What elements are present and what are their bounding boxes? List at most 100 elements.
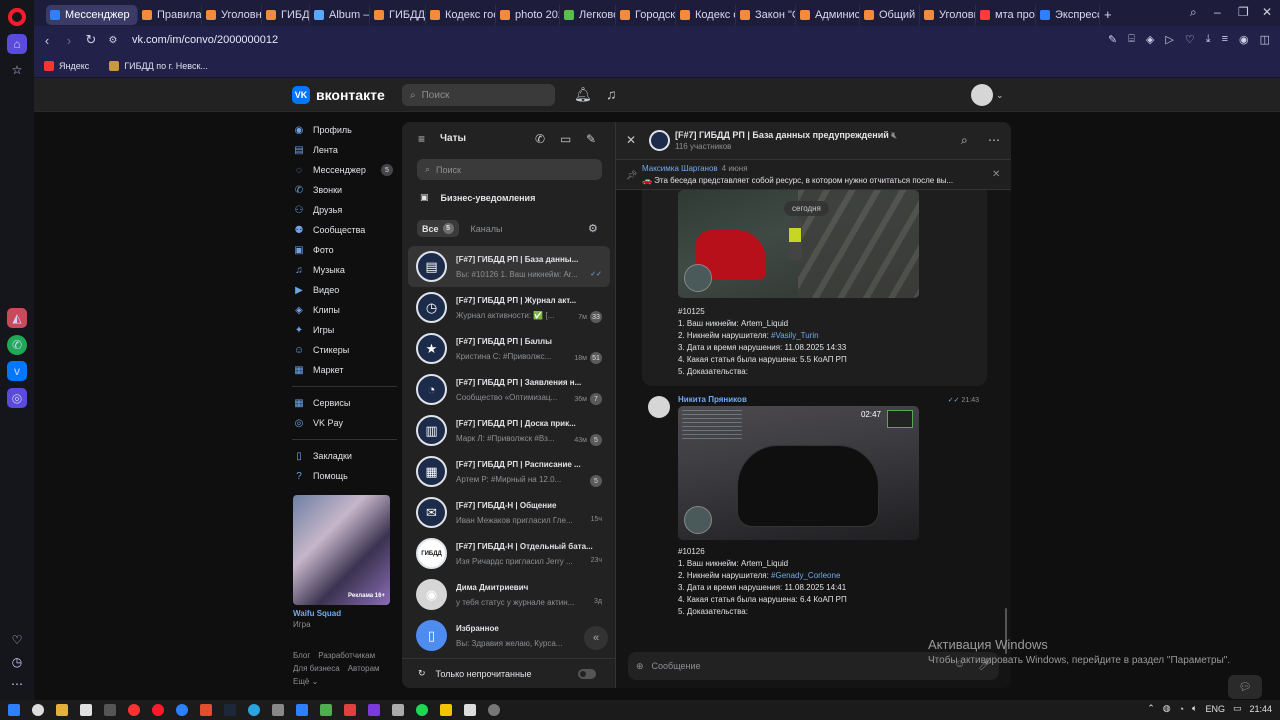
minimize-icon[interactable]: – <box>1214 5 1221 19</box>
close-icon[interactable]: ✕ <box>626 133 636 147</box>
chat-list-item[interactable]: ★ [F#7] ГИБДД РП | Баллы Кристина С: #Прив… <box>408 328 610 369</box>
chat-list-item[interactable]: ◔ [F#7] ГИБДД РП | Заявления н... Сообщест… <box>408 369 610 410</box>
browser-tab[interactable]: Кодекс гос <box>426 4 496 25</box>
nav-item[interactable]: ▣ Фото <box>292 240 397 260</box>
language-indicator[interactable]: ENG <box>1205 704 1225 714</box>
chat-list-item[interactable]: ▥ [F#7] ГИБДД РП | Доска прик... Марк Л: #… <box>408 410 610 451</box>
vk-icon[interactable]: v <box>7 361 27 381</box>
nav-item[interactable]: ♫ Музыка <box>292 260 397 280</box>
minecraft-icon[interactable] <box>320 704 332 716</box>
footer-link[interactable]: Разработчикам <box>318 651 375 660</box>
collapse-icon[interactable]: « <box>584 626 608 650</box>
browser-tab[interactable]: Легковой <box>560 4 616 25</box>
archive-icon[interactable]: ▭ <box>560 132 571 146</box>
screenshot-attachment[interactable]: 02:47 <box>678 406 919 540</box>
back-icon[interactable]: ‹ <box>36 33 58 48</box>
extensions-icon[interactable]: ◫ <box>1260 33 1270 46</box>
nav-item[interactable]: ✦ Игры <box>292 320 397 340</box>
browser-tab[interactable]: ГИБДД по <box>370 4 426 25</box>
nav-item[interactable]: ◎ VK Pay <box>292 413 397 433</box>
browser-tab[interactable]: Album — F <box>310 4 370 25</box>
app-shortcut-icon[interactable]: ◭ <box>7 308 27 328</box>
network-icon[interactable]: ▭ <box>1233 703 1242 714</box>
chevron-down-icon[interactable]: ⌄ <box>996 90 1004 101</box>
chevron-up-icon[interactable]: ⌃ <box>1147 703 1155 714</box>
opera-logo-icon[interactable] <box>8 8 26 26</box>
search-icon[interactable] <box>32 704 44 716</box>
browser-tab[interactable]: мта прови <box>976 4 1036 25</box>
chat-list-item[interactable]: ◷ [F#7] ГИБДД РП | Журнал акт... Журнал ак… <box>408 287 610 328</box>
telegram-icon[interactable] <box>248 704 260 716</box>
browser-tab[interactable]: Кодекс об <box>676 4 736 25</box>
app-icon[interactable] <box>368 704 380 716</box>
ad-title[interactable]: Waifu Squad <box>293 609 341 618</box>
footer-link[interactable]: Блог <box>293 651 310 660</box>
more-icon[interactable]: ⋯ <box>988 133 1000 147</box>
user-avatar[interactable] <box>971 84 993 106</box>
browser-tab[interactable]: Уголовный <box>202 4 262 25</box>
file-explorer-icon[interactable] <box>56 704 68 716</box>
zoom-icon[interactable] <box>176 704 188 716</box>
browser-tab[interactable]: Админист <box>796 4 860 25</box>
nav-item[interactable]: ▶ Видео <box>292 280 397 300</box>
app-icon[interactable] <box>416 704 428 716</box>
pinned-message[interactable]: 📌︎ Максимка Шарганов 4 июня 🚗 Эта беседа … <box>616 160 1011 190</box>
calculator-icon[interactable] <box>104 704 116 716</box>
bookmark-yandex[interactable]: Яндекс <box>44 60 89 71</box>
browser-tab[interactable]: ГИБДД по <box>262 4 310 25</box>
hashtag-link[interactable]: #Genady_Corleone <box>771 571 840 580</box>
chat-bubble-icon[interactable]: 💬︎ <box>1228 675 1262 699</box>
camera-icon[interactable]: ⌸ <box>1128 33 1135 46</box>
compose-icon[interactable]: ✎ <box>586 132 596 146</box>
browser-tab[interactable]: Мессенджер <box>46 4 138 25</box>
conversation-avatar[interactable] <box>649 130 670 151</box>
edit-icon[interactable]: ✎ <box>1108 33 1117 46</box>
wifi-icon[interactable]: ◔ <box>1179 704 1184 714</box>
chat-search-input[interactable]: ⌕ Поиск <box>417 159 602 180</box>
nav-item[interactable]: ◈ Клипы <box>292 300 397 320</box>
nav-item[interactable]: ◉ Профиль <box>292 120 397 140</box>
nav-item[interactable]: ◌ Мессенджер 5 <box>292 160 397 180</box>
search-icon[interactable]: ⌕ <box>961 133 968 148</box>
chat-list-item[interactable]: ГИБДД [F#7] ГИБДД-Н | Отдельный бата... Из… <box>408 533 610 574</box>
player-icon[interactable]: ▷ <box>1165 33 1173 46</box>
start-icon[interactable] <box>8 704 20 716</box>
browser-tab[interactable]: Правила д <box>138 4 202 25</box>
unread-toggle[interactable] <box>578 669 596 679</box>
nav-item[interactable]: ▤ Лента <box>292 140 397 160</box>
nav-item[interactable]: ⚉ Сообщества <box>292 220 397 240</box>
hamburger-icon[interactable]: ≡ <box>418 132 425 146</box>
browser-tab[interactable]: Закон "О п <box>736 4 796 25</box>
tool-icon[interactable] <box>272 704 284 716</box>
nav-item[interactable]: ? Помощь <box>292 466 397 486</box>
music-icon[interactable]: ♫ <box>606 86 617 102</box>
vk-logo[interactable]: VK вконтакте <box>292 86 385 104</box>
chat-list-item[interactable]: ▤ [F#7] ГИБДД РП | База данны... Вы: #1012… <box>408 246 610 287</box>
chat-list-item[interactable]: ✉ [F#7] ГИБДД-Н | Общение Иван Межаков при… <box>408 492 610 533</box>
app-icon[interactable] <box>344 704 356 716</box>
app-icon[interactable] <box>440 704 452 716</box>
search-tabs-icon[interactable]: ⌕ <box>1190 5 1197 20</box>
browser-tab[interactable]: Уголовный <box>920 4 976 25</box>
app-icon[interactable] <box>296 704 308 716</box>
reload-icon[interactable]: ↻ <box>80 32 102 48</box>
heart-icon[interactable]: ♡ <box>1185 33 1195 46</box>
steam-icon[interactable] <box>224 704 236 716</box>
nav-item[interactable]: ▦ Сервисы <box>292 393 397 413</box>
whatsapp-icon[interactable]: ✆ <box>7 335 27 355</box>
browser-tab[interactable]: Городской <box>616 4 676 25</box>
browser-tab[interactable]: photo 2025 <box>496 4 560 25</box>
browser-tab[interactable]: Экспресс- <box>1036 4 1100 25</box>
home-icon[interactable]: ⌂ <box>7 34 27 54</box>
settings-gear-icon[interactable]: ⚙ <box>588 222 598 235</box>
ai-assistant-icon[interactable]: ◎ <box>7 388 27 408</box>
download-icon[interactable]: ⤓ <box>1206 33 1211 46</box>
member-count[interactable]: 116 участников <box>675 142 731 151</box>
app-icon[interactable] <box>488 704 500 716</box>
hashtag-link[interactable]: #Vasily_Turin <box>771 331 819 340</box>
history-icon[interactable]: ◷ <box>7 652 27 672</box>
profile-icon[interactable]: ◉ <box>1239 33 1249 46</box>
app-icon[interactable] <box>464 704 476 716</box>
footer-link[interactable]: Авторам <box>348 664 380 673</box>
bookmark-gibdd[interactable]: ГИБДД по г. Невск... <box>109 60 208 71</box>
